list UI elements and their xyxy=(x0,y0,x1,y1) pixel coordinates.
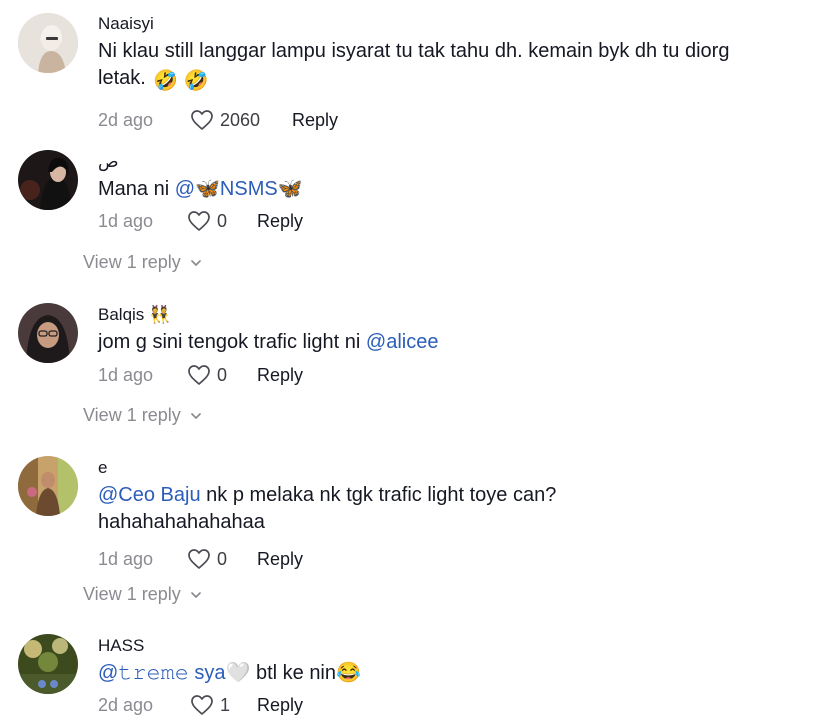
mention-link[interactable]: @Ceo Baju xyxy=(98,484,201,506)
like-count: 0 xyxy=(217,211,228,231)
heart-outline-icon xyxy=(191,695,213,715)
avatar[interactable] xyxy=(18,13,78,73)
comment-meta: 1d ago 0 Reply xyxy=(98,360,781,390)
comment-username[interactable]: Naaisyi xyxy=(98,14,781,36)
comment-username[interactable]: HASS xyxy=(98,636,781,658)
view-replies-button[interactable]: View 1 reply xyxy=(83,584,203,605)
comment-username[interactable]: e xyxy=(98,458,781,480)
comment-username[interactable]: Balqis 👯 xyxy=(98,305,781,327)
comment-username[interactable]: ص xyxy=(98,152,781,174)
like-count: 2060 xyxy=(220,110,261,130)
avatar[interactable] xyxy=(18,303,78,363)
chevron-down-icon xyxy=(190,591,201,598)
comment-time: 1d ago xyxy=(98,211,154,231)
heart-outline-icon xyxy=(188,211,210,231)
mention-link[interactable]: @alicee xyxy=(366,331,439,353)
view-replies-button[interactable]: View 1 reply xyxy=(83,405,203,426)
like-button[interactable]: 2060 xyxy=(190,105,260,135)
heart-outline-icon xyxy=(191,110,213,130)
like-count: 0 xyxy=(217,365,228,385)
reply-button[interactable]: Reply xyxy=(257,360,303,390)
comment-text: Mana ni @🦋NSMS🦋 xyxy=(98,178,303,200)
avatar[interactable] xyxy=(18,150,78,210)
comment-meta: 2d ago 2060 Reply xyxy=(98,105,781,135)
like-count: 0 xyxy=(217,549,228,569)
reply-button[interactable]: Reply xyxy=(257,544,303,574)
username-badge-emoji: 👯 xyxy=(149,305,171,324)
chevron-down-icon xyxy=(190,259,201,266)
rofl-emoji: 🤣 🤣 xyxy=(153,70,209,92)
comment-time: 1d ago xyxy=(98,365,154,385)
comment-text: Ni klau still langgar lampu isyarat tu t… xyxy=(98,38,738,95)
like-button[interactable]: 0 xyxy=(187,544,227,574)
like-count: 1 xyxy=(220,695,231,715)
comment-meta: 2d ago 1 Reply xyxy=(98,690,781,720)
avatar[interactable] xyxy=(18,456,78,516)
like-button[interactable]: 1 xyxy=(190,690,230,720)
comment-text: jom g sini tengok trafic light ni @alice… xyxy=(98,331,439,353)
reply-button[interactable]: Reply xyxy=(292,105,338,135)
comment-time: 2d ago xyxy=(98,110,154,130)
view-replies-button[interactable]: View 1 reply xyxy=(83,252,203,273)
like-button[interactable]: 0 xyxy=(187,206,227,236)
comment-text: @𝚝𝚛𝚎𝚖𝚎 sya🤍 btl ke nin😂 xyxy=(98,662,361,684)
avatar[interactable] xyxy=(18,634,78,694)
comment-text: @Ceo Baju nk p melaka nk tgk trafic ligh… xyxy=(98,484,557,533)
comment-meta: 1d ago 0 Reply xyxy=(98,544,781,574)
mention-link[interactable]: @𝚝𝚛𝚎𝚖𝚎 sya🤍 xyxy=(98,662,250,684)
mention-link[interactable]: @🦋NSMS🦋 xyxy=(175,178,303,200)
comment-time: 1d ago xyxy=(98,549,154,569)
chevron-down-icon xyxy=(190,412,201,419)
like-button[interactable]: 0 xyxy=(187,360,227,390)
comment-meta: 1d ago 0 Reply xyxy=(98,206,781,236)
comment-time: 2d ago xyxy=(98,695,154,715)
heart-outline-icon xyxy=(188,365,210,385)
reply-button[interactable]: Reply xyxy=(257,690,303,720)
heart-outline-icon xyxy=(188,549,210,569)
comment-list: Naaisyi Ni klau still langgar lampu isya… xyxy=(0,0,821,728)
reply-button[interactable]: Reply xyxy=(257,206,303,236)
